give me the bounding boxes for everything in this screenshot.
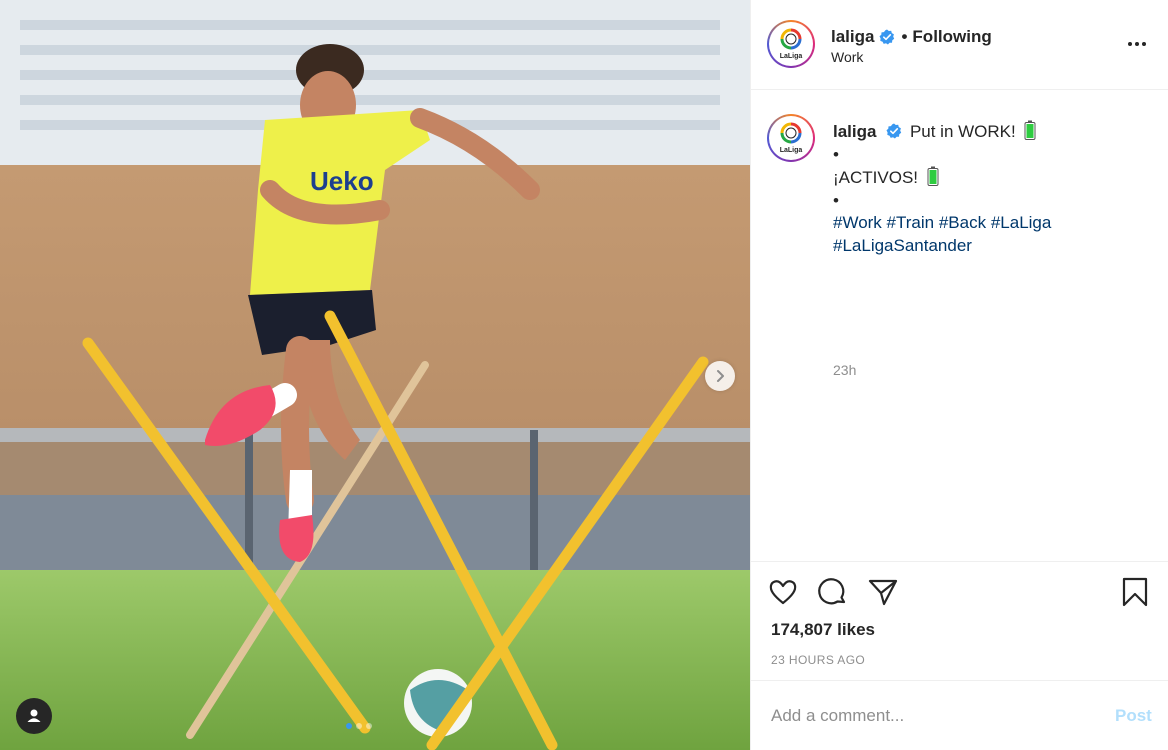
svg-text:LaLiga: LaLiga [780,53,803,60]
laliga-logo-icon: LaLiga [780,122,803,154]
comment-form: Post [751,680,1168,750]
share-button[interactable] [867,576,899,608]
hashtag-link[interactable]: #Train [887,213,935,232]
save-button[interactable] [1119,576,1151,608]
caption-bullet: • [833,190,839,210]
tagged-users-button[interactable] [16,698,52,734]
user-icon [27,709,41,722]
more-options-button[interactable] [1125,32,1149,56]
hashtag-link[interactable]: #LaLiga [991,213,1052,232]
battery-emoji-icon [1024,120,1036,140]
header-user-line: laliga • Following [831,27,992,47]
following-button[interactable]: Following [912,27,991,47]
svg-text:Ueko: Ueko [310,166,374,196]
carousel-next-button[interactable] [705,361,735,391]
header-separator: • [901,27,908,46]
hashtag-link[interactable]: #Work [833,213,882,232]
header-username[interactable]: laliga [831,27,874,47]
hashtag-link[interactable]: #LaLigaSantander [833,236,972,255]
carousel-dots [346,723,372,729]
caption-avatar[interactable]: LaLiga [767,114,815,162]
caption-section: LaLiga laliga Put in WORK! • ¡ACTIVOS! •… [751,90,1168,560]
comment-icon [818,578,846,605]
heart-icon [769,580,797,605]
post-actions: 174,807 likes 23 HOURS AGO [751,561,1168,680]
comment-button[interactable] [817,576,849,608]
verified-badge-icon [886,123,902,139]
caption-line-1: Put in WORK! [909,122,1016,141]
verified-badge-icon [879,29,895,45]
carousel-dot [366,723,372,729]
chevron-right-icon [717,370,724,382]
caption-timestamp[interactable]: 23h [833,362,856,378]
carousel-dot-active [346,723,352,729]
caption-line-2: ¡ACTIVOS! [833,168,919,187]
caption-username[interactable]: laliga [833,122,876,141]
like-button[interactable] [767,576,799,608]
post-comment-button[interactable]: Post [1115,706,1152,726]
hashtag-link[interactable]: #Back [939,213,986,232]
post-header: LaLiga laliga • Following Work [751,0,1168,90]
svg-text:LaLiga: LaLiga [780,147,803,154]
post-side-panel: LaLiga laliga • Following Work LaLiga la… [750,0,1168,750]
post-location[interactable]: Work [831,49,863,65]
avatar[interactable]: LaLiga [767,20,815,68]
post-photo[interactable]: Ueko [0,0,750,750]
post-time-ago[interactable]: 23 HOURS AGO [771,653,865,667]
hashtags-line-1: #Work #Train #Back #LaLiga [833,212,1153,235]
training-photo-illustration: Ueko [0,0,750,750]
bookmark-icon [1122,577,1148,607]
battery-emoji-icon [927,166,939,186]
comment-input[interactable] [771,701,1091,731]
caption-text: laliga Put in WORK! • ¡ACTIVOS! • #Work … [833,120,1153,257]
carousel-dot [356,723,362,729]
caption-bullet: • [833,144,839,164]
likes-count[interactable]: 174,807 likes [771,620,875,640]
hashtags-line-2: #LaLigaSantander [833,235,1153,258]
paper-plane-icon [868,579,898,606]
laliga-logo-icon: LaLiga [780,28,803,60]
action-icons [767,576,899,608]
more-dots-icon [1128,42,1132,46]
